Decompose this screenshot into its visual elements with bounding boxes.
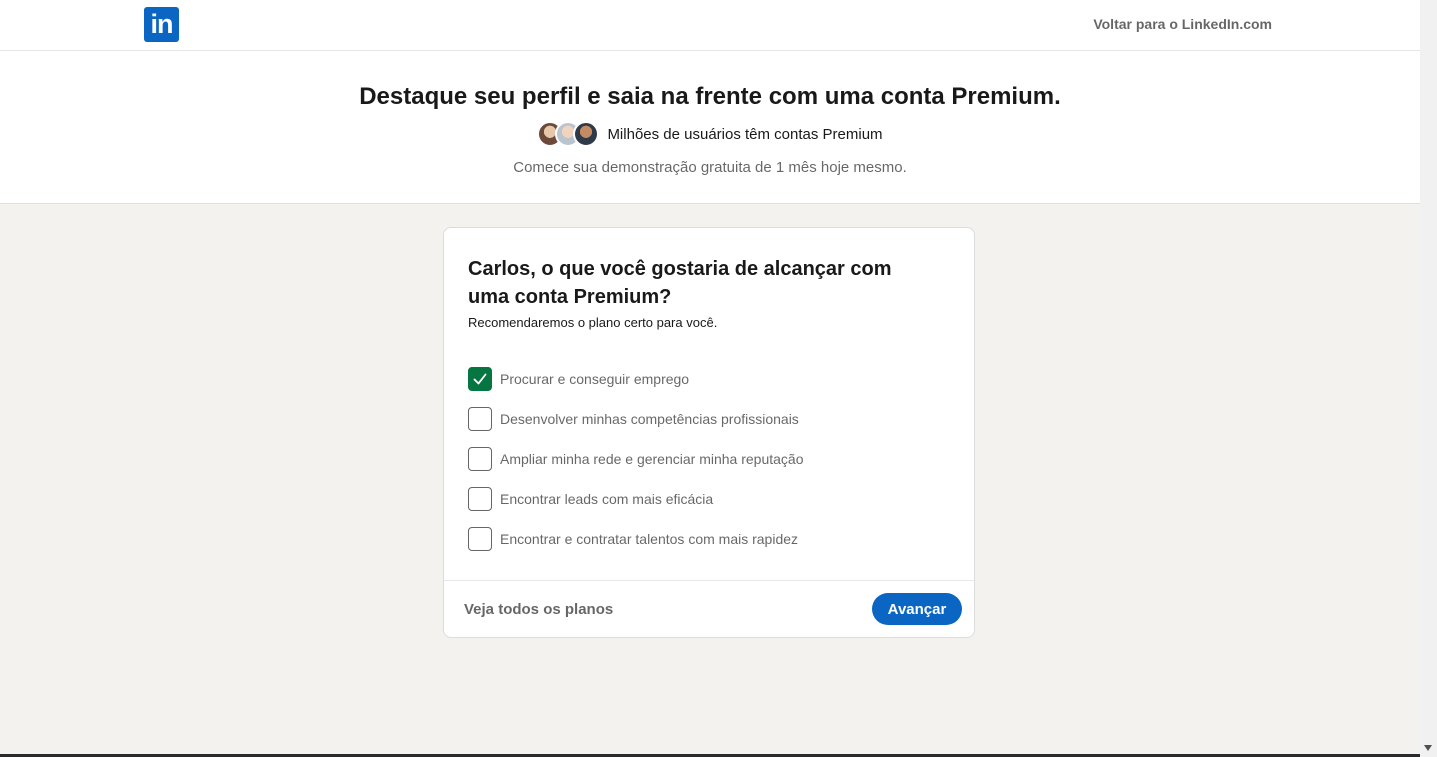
goal-option-job-search[interactable]: Procurar e conseguir emprego <box>468 367 804 391</box>
goals-card: Carlos, o que você gostaria de alcançar … <box>443 227 975 638</box>
page-title: Destaque seu perfil e saia na frente com… <box>359 83 1061 110</box>
card-subtitle: Recomendaremos o plano certo para você. <box>468 315 718 330</box>
goal-option-label: Procurar e conseguir emprego <box>500 371 690 387</box>
checkbox[interactable] <box>468 527 492 551</box>
card-footer: Veja todos os planos Avançar <box>444 580 974 637</box>
linkedin-logo[interactable]: in <box>144 7 179 42</box>
next-button[interactable]: Avançar <box>872 593 962 625</box>
goal-option-label: Ampliar minha rede e gerenciar minha rep… <box>500 451 804 467</box>
avatar-group <box>537 121 600 147</box>
social-proof: Milhões de usuários têm contas Premium <box>0 120 1420 148</box>
hero-section: Destaque seu perfil e saia na frente com… <box>0 51 1420 204</box>
goal-option-leads[interactable]: Encontrar leads com mais eficácia <box>468 487 804 511</box>
checkbox[interactable] <box>468 447 492 471</box>
goal-option-label: Desenvolver minhas competências profissi… <box>500 411 799 427</box>
goal-option-network[interactable]: Ampliar minha rede e gerenciar minha rep… <box>468 447 804 471</box>
checkbox-checked[interactable] <box>468 367 492 391</box>
top-bar: in Voltar para o LinkedIn.com <box>0 0 1420 51</box>
goal-option-skills[interactable]: Desenvolver minhas competências profissi… <box>468 407 804 431</box>
back-to-linkedin-link[interactable]: Voltar para o LinkedIn.com <box>1093 16 1272 32</box>
goal-option-label: Encontrar e contratar talentos com mais … <box>500 531 799 547</box>
vertical-scrollbar[interactable] <box>1420 0 1437 757</box>
checkmark-icon <box>473 373 487 385</box>
goal-option-label: Encontrar leads com mais eficácia <box>500 491 714 507</box>
checkbox[interactable] <box>468 487 492 511</box>
checkbox[interactable] <box>468 407 492 431</box>
avatar <box>573 121 600 147</box>
hero-subtitle: Comece sua demonstração gratuita de 1 mê… <box>513 159 907 176</box>
social-proof-text: Milhões de usuários têm contas Premium <box>607 125 883 143</box>
page: in Voltar para o LinkedIn.com Destaque s… <box>0 0 1420 757</box>
card-title: Carlos, o que você gostaria de alcançar … <box>468 258 892 308</box>
scroll-down-arrow-icon[interactable] <box>1424 745 1432 751</box>
see-all-plans-link[interactable]: Veja todos os planos <box>464 601 613 618</box>
goal-options: Procurar e conseguir emprego Desenvolver… <box>468 367 804 567</box>
goal-option-hiring[interactable]: Encontrar e contratar talentos com mais … <box>468 527 804 551</box>
